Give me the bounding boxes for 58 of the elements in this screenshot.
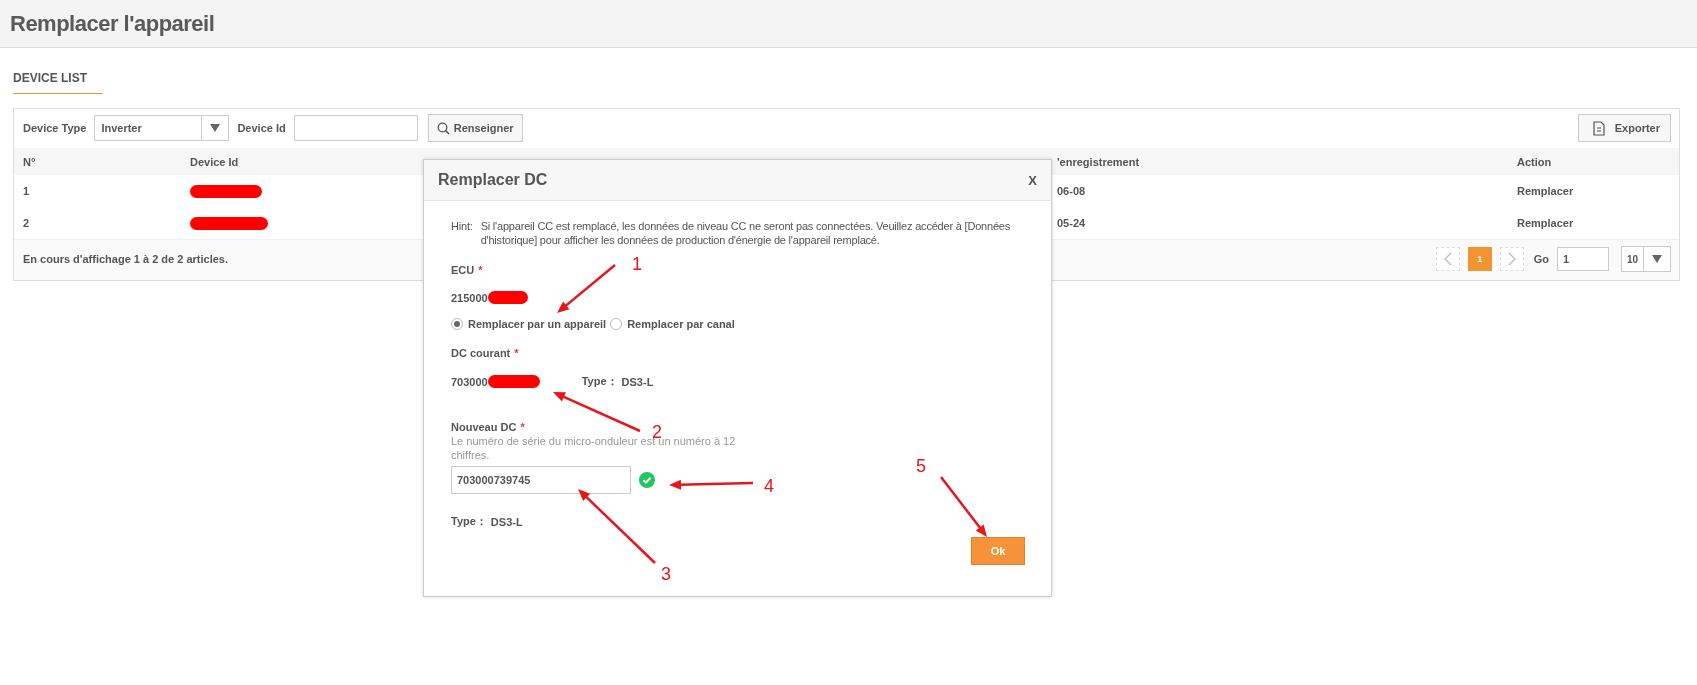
caret-icon bbox=[1652, 255, 1662, 263]
replace-link[interactable]: Remplacer bbox=[1517, 217, 1574, 229]
redaction-mark bbox=[487, 375, 540, 388]
page-size-select[interactable]: 10 bbox=[1621, 246, 1671, 272]
caret-icon bbox=[210, 124, 221, 132]
type-label: Type： bbox=[451, 514, 487, 529]
column-header: N° bbox=[22, 155, 37, 168]
document-icon bbox=[1592, 120, 1605, 136]
field-label: Nouveau DC bbox=[451, 421, 517, 433]
new-dc-input[interactable]: 703000739745 bbox=[451, 466, 631, 494]
device-id-label: Device Id bbox=[237, 122, 286, 134]
replace-link[interactable]: Remplacer bbox=[1517, 185, 1574, 197]
column-header: Device Id bbox=[189, 155, 240, 168]
chevron-left-icon bbox=[1443, 252, 1452, 266]
next-page-button[interactable] bbox=[1499, 247, 1524, 271]
column-header: Action bbox=[1516, 155, 1553, 168]
radio-option[interactable]: Remplacer par canal bbox=[610, 318, 735, 330]
section-title: DEVICE LIST bbox=[13, 71, 87, 85]
field-value: 703000 bbox=[451, 375, 488, 388]
annotation-number: 4 bbox=[764, 476, 774, 496]
redaction-mark bbox=[487, 291, 528, 304]
annotation-arrow bbox=[940, 476, 987, 537]
field-label: ECU bbox=[451, 264, 475, 276]
table-cell: 06-08 bbox=[1057, 185, 1086, 197]
redaction-mark bbox=[190, 184, 262, 198]
go-label: Go bbox=[1533, 253, 1549, 265]
hint-text: Si l'appareil CC est remplacé, les données de niveau CC ne seront pas connectées. Veuillez accéder à [Données d'historique] pour afficher les données de production d'énergie de l'appareil remplacé. bbox=[480, 219, 1012, 247]
close-button[interactable]: X bbox=[1028, 172, 1037, 188]
annotation-number: 5 bbox=[916, 456, 926, 476]
search-icon bbox=[436, 121, 450, 135]
table-cell: 1 bbox=[23, 185, 30, 197]
previous-page-button[interactable] bbox=[1435, 247, 1460, 271]
pagination-summary: En cours d'affichage 1 à 2 de 2 articles. bbox=[23, 253, 228, 265]
device-type-select[interactable]: Inverter bbox=[94, 115, 230, 141]
annotation-number: 3 bbox=[661, 564, 671, 584]
page-number-input[interactable]: 1 bbox=[1557, 247, 1609, 271]
required-mark: * bbox=[514, 347, 519, 359]
type-label: Type： bbox=[581, 374, 618, 389]
field-value: 215000 bbox=[451, 291, 488, 304]
page-title: Remplacer l'appareil bbox=[10, 10, 215, 37]
chevron-right-icon bbox=[1507, 252, 1516, 266]
type-value: DS3-L bbox=[490, 515, 523, 528]
device-type-label: Device Type bbox=[23, 122, 87, 134]
radio-option[interactable]: Remplacer par un appareil bbox=[451, 318, 607, 330]
required-mark: * bbox=[478, 264, 483, 276]
search-button[interactable]: Renseigner bbox=[427, 114, 523, 142]
column-header: 'enregistrement bbox=[1057, 155, 1140, 168]
annotation-number: 1 bbox=[632, 254, 642, 274]
hint-label: Hint: bbox=[451, 219, 473, 234]
type-value: DS3-L bbox=[621, 375, 654, 388]
table-cell: 05-24 bbox=[1057, 217, 1086, 229]
table-cell: 2 bbox=[23, 217, 30, 229]
export-button[interactable]: Exporter bbox=[1577, 114, 1671, 142]
field-label: DC courant bbox=[451, 347, 511, 359]
annotation-arrow bbox=[557, 264, 616, 313]
required-mark: * bbox=[520, 421, 525, 433]
device-id-input[interactable] bbox=[293, 115, 418, 141]
dialog-title: Remplacer DC bbox=[438, 171, 549, 189]
